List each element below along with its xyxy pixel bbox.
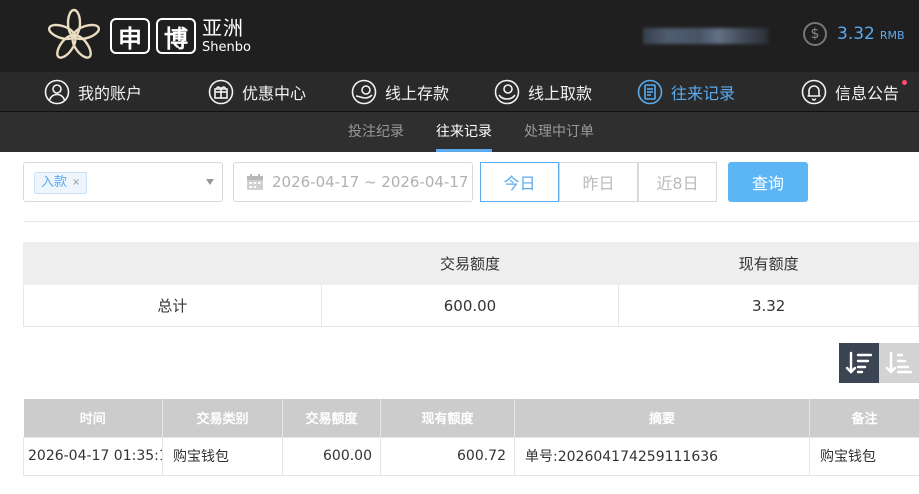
logo-wordmark: 亚洲 Shenbo <box>202 18 251 54</box>
logo-char-box-2: 博 <box>156 18 196 54</box>
logo-cn-text: 亚洲 <box>202 16 244 40</box>
summary-header-balance: 现有额度 <box>618 242 919 285</box>
col-header-amount: 交易额度 <box>282 399 381 437</box>
summary-table: 交易额度 现有额度 总计 600.00 3.32 <box>23 242 919 327</box>
date-range-text: 2026-04-17 ~ 2026-04-17 <box>272 173 469 191</box>
transaction-type-select[interactable]: 入款 × <box>23 162 223 202</box>
sort-descending-button[interactable] <box>839 343 879 383</box>
notification-dot <box>902 80 908 85</box>
yesterday-button[interactable]: 昨日 <box>559 162 638 202</box>
nav-label: 优惠中心 <box>242 84 307 103</box>
tab-bet-records[interactable]: 投注纪录 <box>348 112 404 152</box>
type-tag-label: 入款 <box>41 175 68 190</box>
user-icon <box>44 79 70 105</box>
sub-nav: 投注纪录 往来记录 处理中订单 <box>0 112 919 152</box>
today-button[interactable]: 今日 <box>480 162 559 202</box>
tab-pending-orders[interactable]: 处理中订单 <box>524 112 594 152</box>
nav-label: 线上存款 <box>385 84 450 103</box>
nav-item-promotions[interactable]: 优惠中心 <box>208 72 306 112</box>
sort-desc-icon <box>845 351 873 374</box>
calendar-icon <box>247 174 263 190</box>
cell-remark: 购宝钱包 <box>809 436 919 476</box>
nav-item-my-account[interactable]: 我的账户 <box>44 72 142 112</box>
cell-balance: 600.72 <box>380 436 515 476</box>
col-header-remark: 备注 <box>809 399 919 437</box>
cell-type: 购宝钱包 <box>162 436 283 476</box>
col-header-time: 时间 <box>23 399 163 437</box>
dollar-coin-icon: $ <box>803 22 827 46</box>
bell-icon <box>801 79 827 105</box>
blurred-username[interactable] <box>643 28 768 44</box>
sort-asc-icon <box>885 351 913 374</box>
gift-icon <box>208 79 234 105</box>
summary-header-amount: 交易额度 <box>320 242 620 285</box>
deposit-icon <box>351 79 377 105</box>
summary-total-balance: 3.32 <box>618 284 919 327</box>
flower-logo-icon <box>47 8 101 59</box>
nav-item-transaction-records[interactable]: 往来记录 <box>637 72 735 112</box>
type-tag: 入款 × <box>34 172 88 194</box>
logo-en-text: Shenbo <box>202 40 251 55</box>
filter-divider <box>23 221 919 222</box>
withdraw-icon <box>494 79 520 105</box>
records-header-row: 时间 交易类别 交易额度 现有额度 摘要 备注 <box>23 399 919 437</box>
nav-item-online-deposit[interactable]: 线上存款 <box>351 72 449 112</box>
main-nav: 我的账户 优惠中心 线上存款 线上取款 往来记录 信息公告 <box>0 72 919 112</box>
summary-total-row: 总计 600.00 3.32 <box>23 284 919 327</box>
nav-item-announcements[interactable]: 信息公告 <box>801 72 908 112</box>
balance-unit: RMB <box>879 29 905 42</box>
sort-ascending-button[interactable] <box>879 343 919 383</box>
col-header-summary: 摘要 <box>514 399 810 437</box>
date-range-picker[interactable]: 2026-04-17 ~ 2026-04-17 <box>233 162 473 202</box>
top-header: 申 博 亚洲 Shenbo $ 3.32 RMB <box>0 0 919 72</box>
cell-summary: 单号:202604174259111636 <box>514 436 810 476</box>
col-header-type: 交易类别 <box>162 399 283 437</box>
nav-label: 往来记录 <box>671 84 736 103</box>
logo-char-box-1: 申 <box>110 18 150 54</box>
summary-total-label: 总计 <box>23 284 322 327</box>
nav-label: 线上取款 <box>528 84 593 103</box>
cell-amount: 600.00 <box>282 436 381 476</box>
shenbo-logo[interactable]: 申 博 亚洲 Shenbo <box>44 6 251 66</box>
tag-close-icon[interactable]: × <box>72 173 80 193</box>
records-table: 时间 交易类别 交易额度 现有额度 摘要 备注 2026-04-17 01:35… <box>23 399 919 476</box>
cell-time: 2026-04-17 01:35:18 <box>23 436 163 476</box>
nav-item-online-withdraw[interactable]: 线上取款 <box>494 72 592 112</box>
records-icon <box>637 79 663 105</box>
account-balance[interactable]: $ 3.32 RMB <box>803 22 905 46</box>
tab-transaction-records[interactable]: 往来记录 <box>436 112 492 152</box>
last-8-days-button[interactable]: 近8日 <box>638 162 717 202</box>
nav-label: 我的账户 <box>78 84 143 103</box>
table-row: 2026-04-17 01:35:18 购宝钱包 600.00 600.72 单… <box>23 436 919 476</box>
summary-total-amount: 600.00 <box>320 284 620 327</box>
summary-header-row: 交易额度 现有额度 <box>23 242 919 285</box>
nav-label: 信息公告 <box>835 84 900 103</box>
caret-down-icon[interactable] <box>206 179 214 185</box>
col-header-balance: 现有额度 <box>380 399 515 437</box>
balance-amount: 3.32 <box>837 24 875 44</box>
summary-header-blank <box>23 242 322 285</box>
query-button[interactable]: 查询 <box>728 162 808 202</box>
